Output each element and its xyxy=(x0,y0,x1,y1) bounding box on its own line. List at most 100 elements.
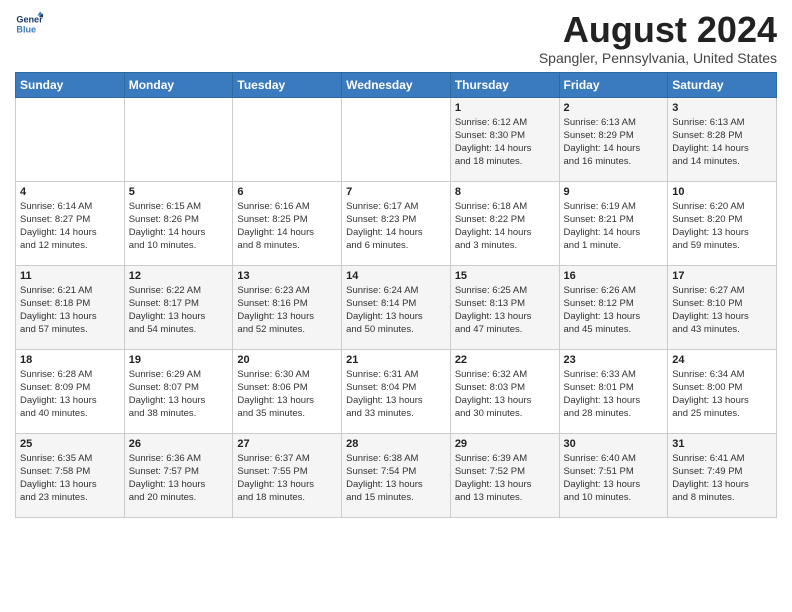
calendar-cell: 8 Sunrise: 6:18 AM Sunset: 8:22 PM Daylig… xyxy=(450,181,559,265)
calendar-page: General Blue General Blue August 2024 Sp… xyxy=(0,0,792,528)
day-info: Sunrise: 6:36 AM Sunset: 7:57 PM Dayligh… xyxy=(129,452,229,505)
header: General Blue General Blue August 2024 Sp… xyxy=(15,10,777,66)
header-sunday: Sunday xyxy=(16,72,125,97)
calendar-cell: 29 Sunrise: 6:39 AM Sunset: 7:52 PM Dayli… xyxy=(450,433,559,517)
day-info: Sunrise: 6:19 AM Sunset: 8:21 PM Dayligh… xyxy=(564,200,664,253)
logo-icon: General Blue xyxy=(15,10,43,38)
calendar-cell xyxy=(124,97,233,181)
calendar-cell: 1 Sunrise: 6:12 AM Sunset: 8:30 PM Daylig… xyxy=(450,97,559,181)
day-info: Sunrise: 6:31 AM Sunset: 8:04 PM Dayligh… xyxy=(346,368,446,421)
calendar-cell: 4 Sunrise: 6:14 AM Sunset: 8:27 PM Daylig… xyxy=(16,181,125,265)
day-info: Sunrise: 6:15 AM Sunset: 8:26 PM Dayligh… xyxy=(129,200,229,253)
day-info: Sunrise: 6:13 AM Sunset: 8:28 PM Dayligh… xyxy=(672,116,772,169)
header-saturday: Saturday xyxy=(668,72,777,97)
day-number: 30 xyxy=(564,438,664,450)
calendar-table: Sunday Monday Tuesday Wednesday Thursday… xyxy=(15,72,777,518)
calendar-cell: 16Sunrise: 6:26 AM Sunset: 8:12 PM Dayli… xyxy=(559,265,668,349)
calendar-cell: 20 Sunrise: 6:30 AM Sunset: 8:06 PM Dayli… xyxy=(233,349,342,433)
day-info: Sunrise: 6:21 AM Sunset: 8:18 PM Dayligh… xyxy=(20,284,120,337)
calendar-cell: 23Sunrise: 6:33 AM Sunset: 8:01 PM Dayli… xyxy=(559,349,668,433)
calendar-week-3: 11 Sunrise: 6:21 AM Sunset: 8:18 PM Dayli… xyxy=(16,265,777,349)
day-info: Sunrise: 6:40 AM Sunset: 7:51 PM Dayligh… xyxy=(564,452,664,505)
day-info: Sunrise: 6:20 AM Sunset: 8:20 PM Dayligh… xyxy=(672,200,772,253)
header-monday: Monday xyxy=(124,72,233,97)
calendar-body: 1 Sunrise: 6:12 AM Sunset: 8:30 PM Daylig… xyxy=(16,97,777,517)
day-info: Sunrise: 6:13 AM Sunset: 8:29 PM Dayligh… xyxy=(564,116,664,169)
day-number: 24 xyxy=(672,354,772,366)
day-number: 14 xyxy=(346,270,446,282)
day-info: Sunrise: 6:14 AM Sunset: 8:27 PM Dayligh… xyxy=(20,200,120,253)
day-number: 29 xyxy=(455,438,555,450)
day-number: 18 xyxy=(20,354,120,366)
calendar-week-5: 25 Sunrise: 6:35 AM Sunset: 7:58 PM Dayli… xyxy=(16,433,777,517)
day-number: 3 xyxy=(672,102,772,114)
calendar-week-1: 1 Sunrise: 6:12 AM Sunset: 8:30 PM Daylig… xyxy=(16,97,777,181)
day-number: 7 xyxy=(346,186,446,198)
day-number: 11 xyxy=(20,270,120,282)
calendar-cell: 9 Sunrise: 6:19 AM Sunset: 8:21 PM Daylig… xyxy=(559,181,668,265)
header-friday: Friday xyxy=(559,72,668,97)
day-info: Sunrise: 6:41 AM Sunset: 7:49 PM Dayligh… xyxy=(672,452,772,505)
calendar-cell: 3 Sunrise: 6:13 AM Sunset: 8:28 PM Daylig… xyxy=(668,97,777,181)
day-number: 20 xyxy=(237,354,337,366)
logo: General Blue General Blue xyxy=(15,10,43,38)
calendar-cell: 15Sunrise: 6:25 AM Sunset: 8:13 PM Dayli… xyxy=(450,265,559,349)
day-number: 5 xyxy=(129,186,229,198)
day-number: 26 xyxy=(129,438,229,450)
title-area: August 2024 Spangler, Pennsylvania, Unit… xyxy=(539,10,777,66)
day-info: Sunrise: 6:23 AM Sunset: 8:16 PM Dayligh… xyxy=(237,284,337,337)
day-number: 21 xyxy=(346,354,446,366)
day-info: Sunrise: 6:17 AM Sunset: 8:23 PM Dayligh… xyxy=(346,200,446,253)
calendar-cell: 7 Sunrise: 6:17 AM Sunset: 8:23 PM Daylig… xyxy=(342,181,451,265)
calendar-cell: 5 Sunrise: 6:15 AM Sunset: 8:26 PM Daylig… xyxy=(124,181,233,265)
day-info: Sunrise: 6:12 AM Sunset: 8:30 PM Dayligh… xyxy=(455,116,555,169)
day-info: Sunrise: 6:24 AM Sunset: 8:14 PM Dayligh… xyxy=(346,284,446,337)
calendar-cell xyxy=(342,97,451,181)
svg-text:Blue: Blue xyxy=(16,24,36,34)
day-number: 15 xyxy=(455,270,555,282)
day-number: 27 xyxy=(237,438,337,450)
day-info: Sunrise: 6:39 AM Sunset: 7:52 PM Dayligh… xyxy=(455,452,555,505)
header-wednesday: Wednesday xyxy=(342,72,451,97)
day-number: 2 xyxy=(564,102,664,114)
day-number: 31 xyxy=(672,438,772,450)
calendar-week-2: 4 Sunrise: 6:14 AM Sunset: 8:27 PM Daylig… xyxy=(16,181,777,265)
calendar-cell: 21 Sunrise: 6:31 AM Sunset: 8:04 PM Dayli… xyxy=(342,349,451,433)
calendar-cell: 10Sunrise: 6:20 AM Sunset: 8:20 PM Dayli… xyxy=(668,181,777,265)
day-number: 28 xyxy=(346,438,446,450)
calendar-cell: 26 Sunrise: 6:36 AM Sunset: 7:57 PM Dayli… xyxy=(124,433,233,517)
calendar-cell: 17Sunrise: 6:27 AM Sunset: 8:10 PM Dayli… xyxy=(668,265,777,349)
day-info: Sunrise: 6:35 AM Sunset: 7:58 PM Dayligh… xyxy=(20,452,120,505)
day-info: Sunrise: 6:33 AM Sunset: 8:01 PM Dayligh… xyxy=(564,368,664,421)
day-number: 17 xyxy=(672,270,772,282)
weekday-header-row: Sunday Monday Tuesday Wednesday Thursday… xyxy=(16,72,777,97)
calendar-cell xyxy=(233,97,342,181)
day-number: 4 xyxy=(20,186,120,198)
day-info: Sunrise: 6:28 AM Sunset: 8:09 PM Dayligh… xyxy=(20,368,120,421)
day-number: 6 xyxy=(237,186,337,198)
day-info: Sunrise: 6:22 AM Sunset: 8:17 PM Dayligh… xyxy=(129,284,229,337)
day-number: 19 xyxy=(129,354,229,366)
day-info: Sunrise: 6:18 AM Sunset: 8:22 PM Dayligh… xyxy=(455,200,555,253)
day-info: Sunrise: 6:32 AM Sunset: 8:03 PM Dayligh… xyxy=(455,368,555,421)
day-number: 8 xyxy=(455,186,555,198)
calendar-cell xyxy=(16,97,125,181)
day-number: 1 xyxy=(455,102,555,114)
day-info: Sunrise: 6:30 AM Sunset: 8:06 PM Dayligh… xyxy=(237,368,337,421)
calendar-cell: 30 Sunrise: 6:40 AM Sunset: 7:51 PM Dayli… xyxy=(559,433,668,517)
location: Spangler, Pennsylvania, United States xyxy=(539,50,777,66)
calendar-cell: 22 Sunrise: 6:32 AM Sunset: 8:03 PM Dayli… xyxy=(450,349,559,433)
calendar-week-4: 18 Sunrise: 6:28 AM Sunset: 8:09 PM Dayli… xyxy=(16,349,777,433)
day-info: Sunrise: 6:16 AM Sunset: 8:25 PM Dayligh… xyxy=(237,200,337,253)
day-number: 9 xyxy=(564,186,664,198)
day-info: Sunrise: 6:38 AM Sunset: 7:54 PM Dayligh… xyxy=(346,452,446,505)
calendar-cell: 13 Sunrise: 6:23 AM Sunset: 8:16 PM Dayli… xyxy=(233,265,342,349)
day-number: 22 xyxy=(455,354,555,366)
day-info: Sunrise: 6:37 AM Sunset: 7:55 PM Dayligh… xyxy=(237,452,337,505)
calendar-cell: 27 Sunrise: 6:37 AM Sunset: 7:55 PM Dayli… xyxy=(233,433,342,517)
calendar-cell: 14 Sunrise: 6:24 AM Sunset: 8:14 PM Dayli… xyxy=(342,265,451,349)
day-number: 25 xyxy=(20,438,120,450)
calendar-header: Sunday Monday Tuesday Wednesday Thursday… xyxy=(16,72,777,97)
day-number: 13 xyxy=(237,270,337,282)
calendar-cell: 28 Sunrise: 6:38 AM Sunset: 7:54 PM Dayli… xyxy=(342,433,451,517)
